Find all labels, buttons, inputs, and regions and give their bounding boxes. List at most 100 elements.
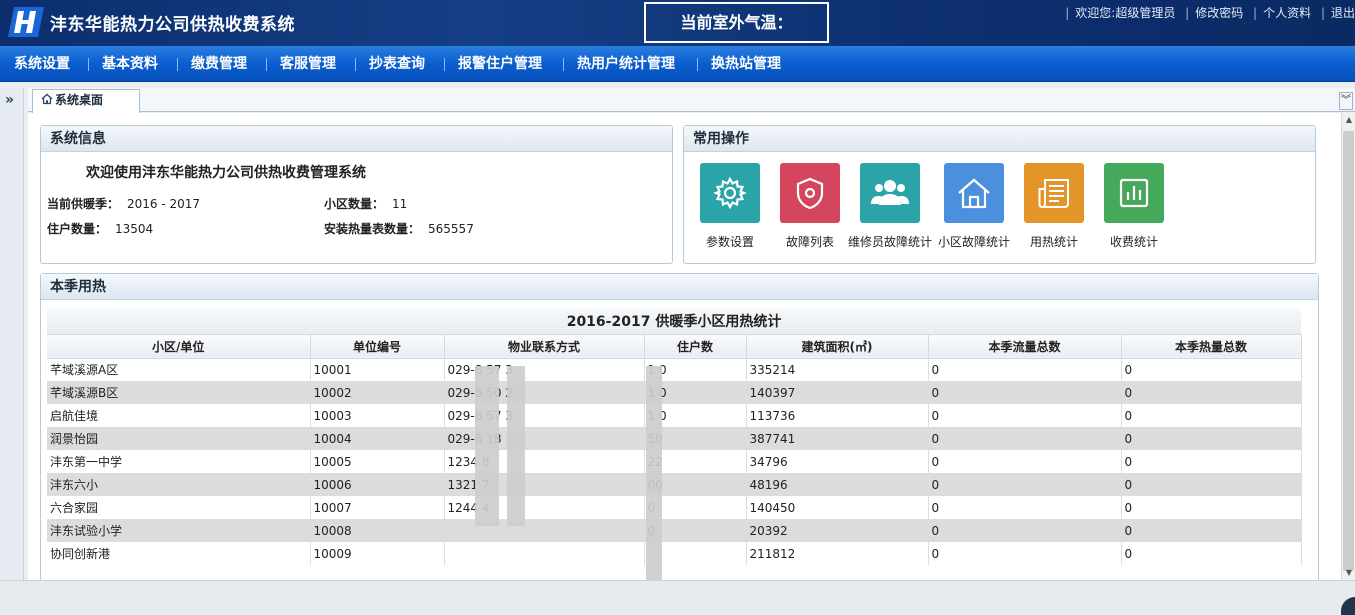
table-cell: 1234 8: [444, 450, 645, 473]
left-collapse-strip: »: [0, 88, 24, 580]
table-cell: 48196: [746, 473, 929, 496]
table-cell: 0: [928, 519, 1122, 542]
nav-meter-query[interactable]: 抄表查询: [369, 46, 425, 82]
table-header-row: 小区/单位 单位编号 物业联系方式 住户数 建筑面积(㎡) 本季流量总数 本季热…: [47, 334, 1302, 359]
privacy-blur: [475, 366, 499, 526]
col-contact: 物业联系方式: [444, 334, 645, 359]
table-row: 沣东试验小学1000802039200: [47, 519, 1302, 542]
report-icon: [1024, 163, 1084, 223]
table-row: 协同创新港 10009 211812 0 0: [47, 542, 1302, 565]
table-cell: 0: [928, 473, 1122, 496]
table-cell: 0: [928, 542, 1122, 565]
table-cell: 0: [1121, 519, 1302, 542]
outdoor-temperature: 当前室外气温：15.38℃: [644, 2, 829, 69]
table-cell: 0: [928, 496, 1122, 519]
user-links: | 欢迎您:超级管理员 | 修改密码 | 个人资料 | 退出: [1065, 6, 1355, 20]
table-cell: 润景怡园: [47, 427, 311, 450]
system-info-panel: 系统信息 欢迎使用沣东华能热力公司供热收费管理系统 当前供暖季： 2016 - 2…: [40, 125, 673, 264]
nav-system-settings[interactable]: 系统设置: [14, 46, 70, 82]
table-cell: 10009: [310, 542, 445, 565]
table-cell: 芊域溪源B区: [47, 381, 311, 404]
op-fee-stats[interactable]: 收费统计: [1086, 163, 1182, 250]
table-cell: 10005: [310, 450, 445, 473]
nav-customer-service[interactable]: 客服管理: [280, 46, 336, 82]
table-cell: 211812: [746, 542, 929, 565]
table-cell: 0: [928, 381, 1122, 404]
table-cell: 六合家园: [47, 496, 311, 519]
common-operations-panel: 常用操作 参数设置 故障列表 维修员故障统计 小区故障统计 用热统计 收费统计: [683, 125, 1316, 264]
col-households: 住户数: [644, 334, 747, 359]
table-cell: 沣东试验小学: [47, 519, 311, 542]
scroll-down-icon[interactable]: ▼: [1342, 566, 1355, 580]
table-cell: 协同创新港: [47, 542, 311, 565]
table-cell: 芊域溪源A区: [47, 358, 311, 381]
home-icon: [944, 163, 1004, 223]
community-count-info: 小区数量： 11: [324, 197, 408, 211]
table-cell: 沣东第一中学: [47, 450, 311, 473]
table-cell: 335214: [746, 358, 929, 381]
meter-count-info: 安装热量表数量： 565557: [324, 222, 474, 236]
app-title: 沣东华能热力公司供热收费系统: [50, 15, 295, 35]
table-cell: 0: [1121, 427, 1302, 450]
main-nav: 系统设置 基本资料 缴费管理 客服管理 抄表查询 报警住户管理 热用户统计管理 …: [0, 46, 1355, 82]
table-cell: 029-8 57 3: [444, 358, 645, 381]
tab-bar: 系统桌面: [28, 88, 1355, 113]
table-cell: 029-8 18: [444, 427, 645, 450]
expand-sidebar-icon[interactable]: »: [5, 92, 14, 108]
col-unit-code: 单位编号: [310, 334, 445, 359]
home-icon: [41, 93, 53, 105]
season-heat-panel: 本季用热 2016-2017 供暖季小区用热统计 小区/单位 单位编号 物业联系…: [40, 273, 1319, 584]
table-cell: 387741: [746, 427, 929, 450]
table-cell: 0: [1121, 381, 1302, 404]
table-row: 沣东六小100061321 7004819600: [47, 473, 1302, 496]
table-cell: 10008: [310, 519, 445, 542]
table-cell: 10004: [310, 427, 445, 450]
table-row: 六合家园100071244 4014045000: [47, 496, 1302, 519]
op-repairman-fault-stats[interactable]: 维修员故障统计: [842, 163, 938, 250]
table-row: 沣东第一中学100051234 8223479600: [47, 450, 1302, 473]
table-cell: 沣东六小: [47, 473, 311, 496]
app-header: 沣东华能热力公司供热收费系统 当前室外气温：15.38℃ |欢迎您:超级管理员 …: [0, 0, 1355, 69]
table-cell: 10003: [310, 404, 445, 427]
shield-icon: [780, 163, 840, 223]
table-cell: 启航佳境: [47, 404, 311, 427]
table-row: 芊域溪源A区10001029-8 57 31 033521400: [47, 358, 1302, 381]
collapse-tabs-icon[interactable]: ︾: [1339, 92, 1353, 110]
vertical-scrollbar[interactable]: ▲ ▼: [1341, 113, 1355, 580]
table-cell: 10001: [310, 358, 445, 381]
col-heat-total: 本季热量总数: [1121, 334, 1302, 359]
nav-alarm-households[interactable]: 报警住户管理: [458, 46, 542, 82]
table-cell: 10006: [310, 473, 445, 496]
desktop-content: 系统信息 欢迎使用沣东华能热力公司供热收费管理系统 当前供暖季： 2016 - 2…: [28, 113, 1341, 584]
system-info-title: 系统信息: [41, 126, 672, 152]
nav-payment[interactable]: 缴费管理: [191, 46, 247, 82]
tab-label: 系统桌面: [55, 93, 104, 107]
profile-link[interactable]: 个人资料: [1263, 6, 1311, 20]
season-heat-title: 本季用热: [41, 274, 1318, 300]
logout-link[interactable]: 退出: [1331, 6, 1355, 20]
common-operations-title: 常用操作: [684, 126, 1315, 152]
household-count-info: 住户数量： 13504: [47, 222, 154, 236]
heat-stats-table-wrap: 2016-2017 供暖季小区用热统计 小区/单位 单位编号 物业联系方式 住户…: [47, 308, 1311, 584]
table-cell: 0: [1121, 496, 1302, 519]
nav-heat-station[interactable]: 换热站管理: [711, 46, 781, 82]
scroll-thumb[interactable]: [1343, 131, 1354, 571]
table-cell: 0: [928, 427, 1122, 450]
scroll-up-icon[interactable]: ▲: [1342, 113, 1355, 127]
gear-icon: [700, 163, 760, 223]
table-cell: 0: [1121, 450, 1302, 473]
table-cell: 0: [1121, 542, 1302, 565]
table-cell: [444, 542, 645, 565]
table-cell: 113736: [746, 404, 929, 427]
table-cell: 0: [928, 358, 1122, 381]
tab-system-desktop[interactable]: 系统桌面: [32, 89, 140, 113]
nav-heat-user-stats[interactable]: 热用户统计管理: [577, 46, 675, 82]
change-password-link[interactable]: 修改密码: [1195, 6, 1243, 20]
scroll-top-button[interactable]: [1341, 597, 1355, 615]
table-cell: 0: [1121, 404, 1302, 427]
nav-basic-info[interactable]: 基本资料: [102, 46, 158, 82]
welcome-user-link[interactable]: 欢迎您:超级管理员: [1075, 6, 1175, 20]
users-icon: [860, 163, 920, 223]
col-area: 建筑面积(㎡): [746, 334, 929, 359]
table-cell: 0: [1121, 358, 1302, 381]
